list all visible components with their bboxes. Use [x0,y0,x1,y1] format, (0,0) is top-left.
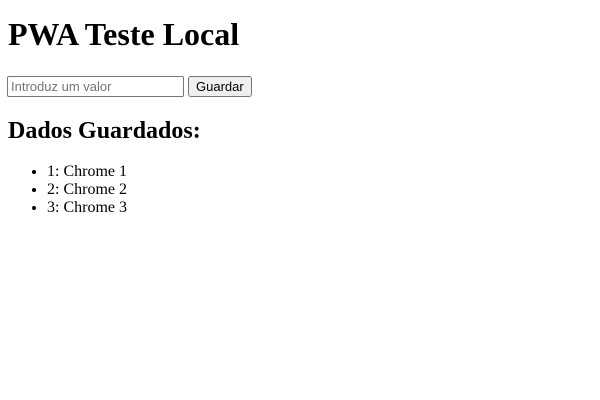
list-item: 2: Chrome 2 [47,181,127,199]
page-title: PWA Teste Local [8,16,240,52]
list-item: 3: Chrome 3 [47,199,127,217]
saved-data-heading: Dados Guardados: [8,118,201,144]
list-item: 1: Chrome 1 [47,163,127,181]
saved-data-list: 1: Chrome 1 2: Chrome 2 3: Chrome 3 [8,163,127,217]
value-input[interactable] [7,76,184,97]
input-row: Guardar [7,76,252,97]
save-button[interactable]: Guardar [188,76,252,97]
